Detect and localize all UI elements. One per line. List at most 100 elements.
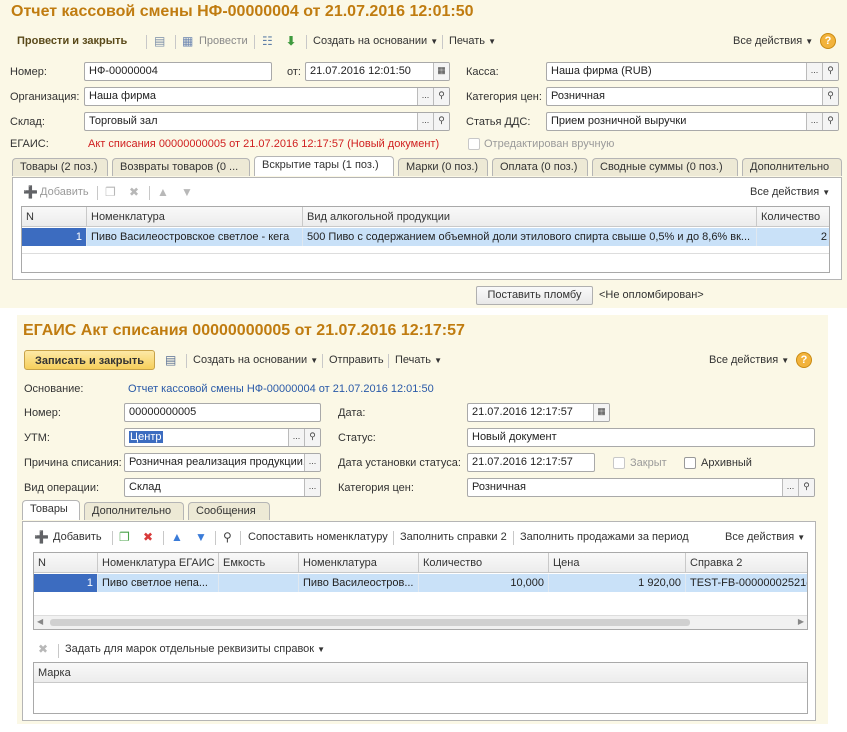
scroll-left-icon[interactable]: ◀ xyxy=(37,617,43,626)
match-nomenclature-button[interactable]: Сопоставить номенклатуру xyxy=(248,531,388,543)
table-row[interactable]: 1 Пиво светлое непа... Пиво Василеостров… xyxy=(34,574,807,592)
closed-checkbox[interactable] xyxy=(613,457,625,469)
price-category-field[interactable]: Розничная ⚲ xyxy=(546,87,839,106)
calendar-icon[interactable]: ▦ xyxy=(593,404,609,421)
seal-button[interactable]: Поставить пломбу xyxy=(476,286,593,305)
move-up-icon[interactable]: ▲ xyxy=(157,185,169,199)
tab-goods[interactable]: Товары (2 поз.) xyxy=(12,158,108,176)
utm-field[interactable]: Центр... ⚲ xyxy=(124,428,321,447)
search-icon[interactable]: ⚲ xyxy=(433,88,449,105)
tab-marks[interactable]: Марки (0 поз.) xyxy=(398,158,488,176)
date-field[interactable]: 21.07.2016 12:17:57 ▦ xyxy=(467,403,610,422)
column-header-capacity[interactable]: Емкость xyxy=(219,553,299,573)
tab-summary[interactable]: Сводные суммы (0 поз.) xyxy=(592,158,738,176)
create-based-on-button[interactable]: Создать на основании ▼ xyxy=(313,31,438,51)
fill-sales-button[interactable]: Заполнить продажами за период xyxy=(520,531,689,543)
post-and-close-button[interactable]: Провести и закрыть xyxy=(17,31,127,51)
help-icon[interactable]: ? xyxy=(796,352,812,368)
number-field[interactable]: НФ-00000004 xyxy=(84,62,272,81)
container-opening-table[interactable]: N Номенклатура Вид алкогольной продукции… xyxy=(21,206,830,273)
column-header-quantity[interactable]: Количество xyxy=(757,207,829,227)
column-header-alcohol-type[interactable]: Вид алкогольной продукции xyxy=(303,207,757,227)
column-header-mark[interactable]: Марка xyxy=(34,663,807,683)
table-all-actions-button[interactable]: Все действия ▼ xyxy=(725,531,805,543)
tab-container-opening[interactable]: Вскрытие тары (1 поз.) xyxy=(254,156,394,176)
search-icon[interactable]: ⚲ xyxy=(798,479,814,496)
organization-field[interactable]: Наша фирма... ⚲ xyxy=(84,87,450,106)
copy-icon[interactable]: ❐ xyxy=(119,530,130,544)
basis-link[interactable]: Отчет кассовой смены НФ-00000004 от 21.0… xyxy=(128,383,434,395)
writeoff-reason-field[interactable]: Розничная реализация продукции,... xyxy=(124,453,321,472)
select-ellipsis-icon[interactable]: ... xyxy=(782,479,798,496)
archived-checkbox[interactable] xyxy=(684,457,696,469)
add-button[interactable]: Добавить xyxy=(40,186,89,198)
egais-writeoff-link[interactable]: Акт списания 00000000005 от 21.07.2016 1… xyxy=(88,138,439,150)
save-icon[interactable]: ▤ xyxy=(154,34,165,48)
column-header-quantity[interactable]: Количество xyxy=(419,553,549,573)
move-up-icon[interactable]: ▲ xyxy=(171,530,183,544)
search-icon[interactable]: ⚲ xyxy=(822,88,838,105)
column-header-nomenclature[interactable]: Номенклатура xyxy=(299,553,419,573)
all-actions-button[interactable]: Все действия ▼ xyxy=(709,350,789,370)
scroll-right-icon[interactable]: ▶ xyxy=(798,617,804,626)
marks-table[interactable]: Марка xyxy=(33,662,808,714)
tab-payment[interactable]: Оплата (0 поз.) xyxy=(492,158,588,176)
search-icon[interactable]: ⚲ xyxy=(223,530,232,544)
column-header-certificate-2[interactable]: Справка 2 xyxy=(686,553,807,573)
warehouse-field[interactable]: Торговый зал... ⚲ xyxy=(84,112,450,131)
edited-manually-checkbox[interactable] xyxy=(468,138,480,150)
all-actions-button[interactable]: Все действия ▼ xyxy=(733,31,813,51)
move-down-icon[interactable]: ▼ xyxy=(181,185,193,199)
table-all-actions-button[interactable]: Все действия ▼ xyxy=(750,186,830,198)
help-icon[interactable]: ? xyxy=(820,33,836,49)
tab-goods[interactable]: Товары xyxy=(22,500,80,520)
add-button[interactable]: Добавить xyxy=(53,531,102,543)
column-header-n[interactable]: N xyxy=(22,207,87,227)
select-ellipsis-icon[interactable]: ... xyxy=(288,429,304,446)
save-icon[interactable]: ▤ xyxy=(165,353,176,367)
column-header-nomenclature[interactable]: Номенклатура xyxy=(87,207,303,227)
table-row[interactable]: 1 Пиво Василеостровское светлое - кега 5… xyxy=(22,228,829,246)
search-icon[interactable]: ⚲ xyxy=(822,63,838,80)
post-button[interactable]: Провести xyxy=(199,31,248,51)
move-down-icon[interactable]: ▼ xyxy=(195,530,207,544)
save-and-close-button[interactable]: Записать и закрыть xyxy=(24,350,155,370)
tab-messages[interactable]: Сообщения xyxy=(188,502,270,520)
cash-register-field[interactable]: Наша фирма (RUB)... ⚲ xyxy=(546,62,839,81)
select-ellipsis-icon[interactable]: ... xyxy=(304,479,320,496)
create-based-on-button[interactable]: Создать на основании ▼ xyxy=(193,350,318,370)
column-header-n[interactable]: N xyxy=(34,553,98,573)
send-button[interactable]: Отправить xyxy=(329,350,384,370)
select-ellipsis-icon[interactable]: ... xyxy=(304,454,320,471)
tab-returns[interactable]: Возвраты товаров (0 ... xyxy=(112,158,250,176)
select-ellipsis-icon[interactable]: ... xyxy=(417,88,433,105)
copy-icon[interactable]: ❐ xyxy=(105,185,116,199)
cashflow-item-field[interactable]: Прием розничной выручки... ⚲ xyxy=(546,112,839,131)
column-header-price[interactable]: Цена xyxy=(549,553,686,573)
print-button[interactable]: Печать ▼ xyxy=(395,350,442,370)
select-ellipsis-icon[interactable]: ... xyxy=(417,113,433,130)
select-ellipsis-icon[interactable]: ... xyxy=(806,63,822,80)
select-ellipsis-icon[interactable]: ... xyxy=(806,113,822,130)
tab-additional[interactable]: Дополнительно xyxy=(742,158,842,176)
fill-certificates-button[interactable]: Заполнить справки 2 xyxy=(400,531,507,543)
search-icon[interactable]: ⚲ xyxy=(304,429,320,446)
search-icon[interactable]: ⚲ xyxy=(433,113,449,130)
clipboard-icon[interactable]: ☷ xyxy=(262,34,273,48)
number-field[interactable]: 00000000005 xyxy=(124,403,321,422)
price-category-field[interactable]: Розничная... ⚲ xyxy=(467,478,815,497)
download-icon[interactable]: ⬇ xyxy=(286,34,296,48)
search-icon[interactable]: ⚲ xyxy=(822,113,838,130)
calendar-icon[interactable]: ▦ xyxy=(433,63,449,80)
print-button[interactable]: Печать ▼ xyxy=(449,31,496,51)
tab-additional[interactable]: Дополнительно xyxy=(84,502,184,520)
delete-icon[interactable]: ✖ xyxy=(143,530,153,544)
horizontal-scrollbar[interactable]: ◀ ▶ xyxy=(34,615,807,629)
scroll-thumb[interactable] xyxy=(50,619,690,626)
delete-icon[interactable]: ✖ xyxy=(38,642,48,656)
goods-table[interactable]: N Номенклатура ЕГАИС Емкость Номенклатур… xyxy=(33,552,808,630)
delete-icon[interactable]: ✖ xyxy=(129,185,139,199)
operation-type-field[interactable]: Склад... xyxy=(124,478,321,497)
column-header-egais-nomenclature[interactable]: Номенклатура ЕГАИС xyxy=(98,553,219,573)
date-field[interactable]: 21.07.2016 12:01:50 ▦ xyxy=(305,62,450,81)
